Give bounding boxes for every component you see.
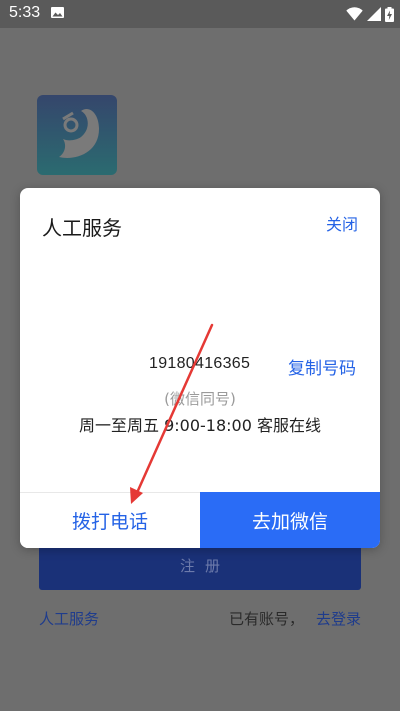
phone-number: 19180416365: [149, 355, 251, 372]
status-bar: 5:33: [0, 0, 400, 28]
wechat-same-note: (微信同号): [164, 390, 236, 408]
status-icons: [346, 5, 394, 23]
image-icon: [51, 7, 64, 18]
dialog-title: 人工服务: [42, 216, 122, 240]
add-wechat-button[interactable]: 去加微信: [200, 492, 380, 548]
login-link[interactable]: 去登录: [316, 610, 361, 628]
manual-service-link[interactable]: 人工服务: [39, 608, 99, 629]
copy-number-button[interactable]: 复制号码: [288, 354, 356, 379]
service-hours: 周一至周五 9:00-18:00 客服在线: [79, 416, 321, 435]
has-account-text: 已有账号，: [228, 610, 304, 628]
app-logo-icon: [37, 95, 117, 175]
login-prompt: 已有账号， 去登录: [229, 608, 361, 629]
manual-service-dialog: 人工服务 关闭 19180416365 复制号码 (微信同号) 周一至周五 9:…: [20, 188, 380, 548]
signal-icon: [367, 7, 381, 21]
close-button[interactable]: 关闭: [326, 211, 358, 235]
dialog-actions: 拨打电话 去加微信: [20, 492, 380, 548]
status-time: 5:33: [9, 4, 41, 21]
battery-charging-icon: [385, 6, 394, 22]
call-button[interactable]: 拨打电话: [20, 493, 200, 548]
wifi-icon: [346, 7, 363, 21]
